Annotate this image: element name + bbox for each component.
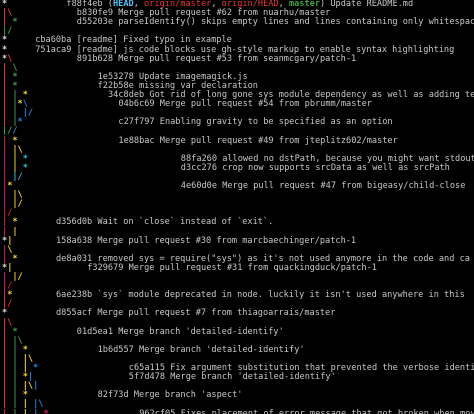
graph-segment: |/ xyxy=(12,272,23,282)
commit-message: Merge pull request #31 from quackingduck… xyxy=(123,262,377,273)
commit-hash: 1b6d557 xyxy=(97,344,134,355)
commit-hash: 04b6c69 xyxy=(118,99,155,110)
commit-message: `sys` module deprecated in node. luckily… xyxy=(92,290,465,301)
commit-hash: d55203e xyxy=(76,17,114,28)
commit-message: Fixes placement of error message that go… xyxy=(180,408,474,414)
commit-hash: 891b628 xyxy=(76,53,114,64)
commit-hash: 4e60d0e xyxy=(180,181,218,191)
commit-message: Merge pull request #49 from jteplitz602/… xyxy=(154,135,398,146)
graph-segment: * xyxy=(22,162,28,173)
commit-message: Merge pull request #53 from seanmcgary/p… xyxy=(113,53,357,64)
commit-hash: 82f73d xyxy=(97,390,129,401)
commit-message: Enabling gravity to be specified as an o… xyxy=(154,117,393,128)
commit-hash: 01d5ea1 xyxy=(76,326,114,337)
graph-segment: |/ xyxy=(12,171,23,182)
terminal-window[interactable]: * f88f4eb (HEAD, origin/master, origin/HE… xyxy=(0,0,474,414)
commit-message: Update README.md xyxy=(325,0,414,9)
graph-segment: * xyxy=(12,253,18,264)
commit-message: Merge pull request #47 from bigeasy/chil… xyxy=(217,181,466,191)
commit-hash: 751aca9 xyxy=(35,44,72,55)
graph-segment: | xyxy=(2,408,13,414)
commit-message: Merge pull request #7 from thiagoarrais/… xyxy=(92,308,336,319)
commit-hash: 6ae238b xyxy=(56,290,93,301)
commit-message: Merge branch 'detailed-identify' xyxy=(165,372,336,383)
graph-segment: | xyxy=(33,408,44,414)
commit-hash: 158a638 xyxy=(56,235,93,246)
commit-hash: c27f797 xyxy=(118,117,155,128)
graph-segment: * xyxy=(12,17,18,28)
graph-segment: | xyxy=(12,226,23,237)
commit-hash: 962cf05 xyxy=(139,408,176,414)
commit-message: Merge pull request #30 from marcbaeching… xyxy=(92,235,357,246)
commit-message: parseIdentify() skips empty lines and li… xyxy=(113,17,474,28)
graph-segment: * xyxy=(43,408,49,414)
graph-segment: * xyxy=(17,117,23,128)
graph-segment: | xyxy=(12,408,23,414)
graph-segment: * xyxy=(33,363,39,373)
commit-hash: 1e88bac xyxy=(118,135,155,146)
commit-graph: | | | | * xyxy=(2,409,49,414)
graph-segment: |/ xyxy=(12,199,23,210)
commit-message: Merge branch 'detailed-identify' xyxy=(113,326,284,337)
commit-hash: f329679 xyxy=(87,262,124,273)
commit-message: Merge branch 'detailed-identify' xyxy=(133,344,305,355)
commit-hash: d356d0b xyxy=(56,217,93,228)
commit-message: Wait on `close` instead of `exit`. xyxy=(92,217,274,228)
commit-message: Merge branch 'aspect' xyxy=(128,390,243,401)
commit-hash: 5f7d478 xyxy=(128,372,166,383)
commit-hash: d855acf xyxy=(56,308,93,319)
graph-segment: | xyxy=(33,381,39,392)
commit-message: crop now supports srcData as well as src… xyxy=(217,162,450,173)
commit-message: Merge pull request #54 from pbrumm/maste… xyxy=(154,99,372,110)
commit-hash: d3cc276 xyxy=(180,162,218,173)
graph-segment: |/ xyxy=(22,108,34,119)
graph-segment: | xyxy=(22,408,34,414)
